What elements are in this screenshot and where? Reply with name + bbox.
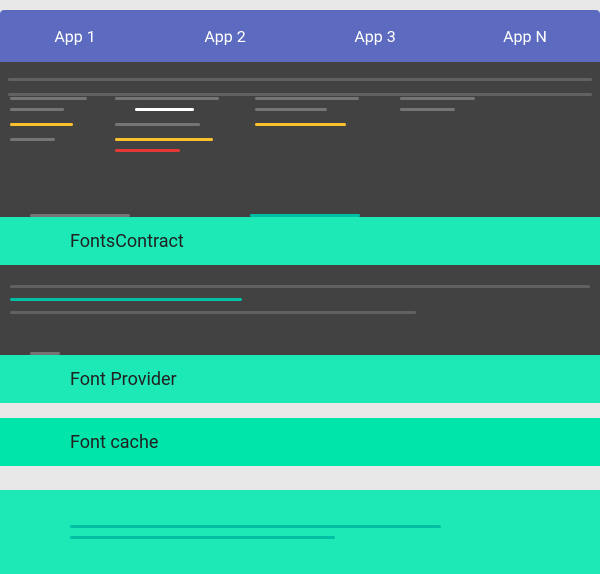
app1-lines <box>10 97 100 141</box>
app3-line-yellow <box>255 123 346 126</box>
app1-line-yellow <box>10 123 73 126</box>
appN-line1 <box>400 97 475 100</box>
line-row-2 <box>8 93 592 96</box>
app-bar: App 1 App 2 App 3 App N <box>0 10 600 62</box>
app3-lines <box>255 97 385 126</box>
dark-section-2 <box>0 265 600 355</box>
tab-app3[interactable]: App 3 <box>300 19 450 54</box>
font-provider-label: Font Provider <box>70 369 177 390</box>
appN-lines <box>400 97 500 111</box>
tab-appN[interactable]: App N <box>450 19 600 54</box>
app2-line-white <box>135 108 194 111</box>
font-cache-section: Font cache <box>0 418 600 466</box>
fonts-contract-section: FontsContract <box>0 217 600 265</box>
font-cache-label: Font cache <box>70 432 158 453</box>
dark2-line-teal <box>10 298 242 301</box>
app3-line1 <box>255 97 359 100</box>
app1-line3 <box>10 138 55 141</box>
app2-line-yellow <box>115 138 213 141</box>
bottom-teal-section <box>0 490 600 574</box>
font-provider-section: Font Provider <box>0 355 600 403</box>
dark2-line2 <box>10 311 416 314</box>
main-container: App 1 App 2 App 3 App N <box>0 0 600 574</box>
app1-line1 <box>10 97 87 100</box>
app1-line2 <box>10 108 64 111</box>
fonts-contract-label: FontsContract <box>70 231 184 252</box>
app2-line-red <box>115 149 180 152</box>
bottom-line1 <box>70 525 441 528</box>
tab-app1[interactable]: App 1 <box>0 19 150 54</box>
tab-app2[interactable]: App 2 <box>150 19 300 54</box>
dark2-line1 <box>10 285 590 288</box>
app2-lines <box>115 97 245 152</box>
dark2-lines <box>10 285 590 314</box>
app2-line2 <box>115 123 200 126</box>
app2-line1 <box>115 97 219 100</box>
appN-line2 <box>400 108 455 111</box>
bottom-line2 <box>70 536 335 539</box>
dark-section-1 <box>0 62 600 217</box>
app3-line2 <box>255 108 327 111</box>
line-row-1 <box>8 78 592 81</box>
